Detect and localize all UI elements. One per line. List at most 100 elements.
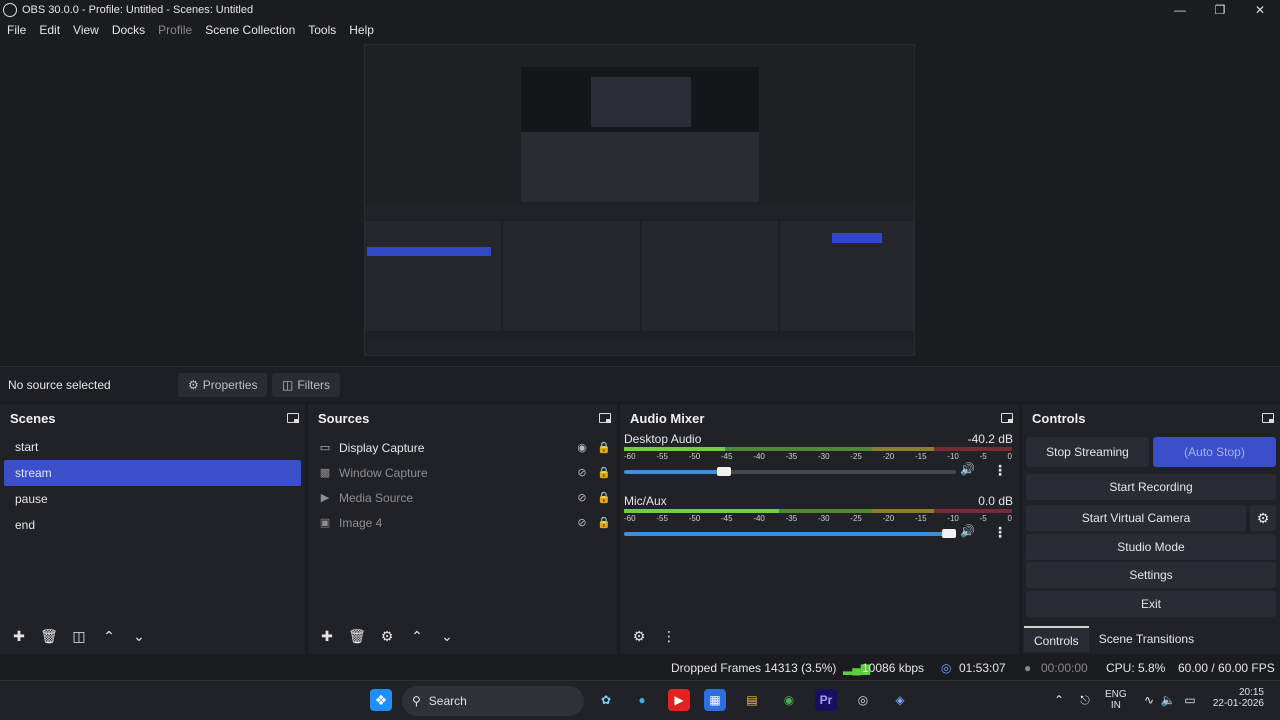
youtube-icon[interactable]: ▶: [668, 689, 690, 711]
eye-hidden-icon[interactable]: ⊘: [573, 516, 591, 529]
clock[interactable]: 20:15 22-01-2026: [1208, 687, 1264, 709]
volume-slider[interactable]: [624, 529, 957, 538]
undock-icon[interactable]: [287, 413, 299, 423]
start-recording-button[interactable]: Start Recording: [1026, 474, 1276, 500]
menu-help[interactable]: Help: [349, 23, 374, 37]
cpu-usage: CPU: 5.8%: [1106, 661, 1166, 675]
meter-tick-label: -35: [785, 514, 798, 523]
edge-icon[interactable]: ●: [631, 689, 653, 711]
gear-icon[interactable]: ⚙: [376, 625, 398, 647]
menu-view[interactable]: View: [73, 23, 99, 37]
chevron-up-icon[interactable]: ⌃: [1048, 689, 1070, 711]
lock-icon[interactable]: 🔒: [595, 516, 613, 529]
stop-streaming-button[interactable]: Stop Streaming: [1026, 437, 1149, 467]
meter-tick-label: -40: [753, 514, 765, 523]
move-down-icon[interactable]: ⌄: [128, 625, 150, 647]
channel-name: Desktop Audio: [624, 432, 702, 446]
source-item[interactable]: ▣ Image 4 ⊘ 🔒: [308, 510, 617, 535]
move-down-icon[interactable]: ⌄: [436, 625, 458, 647]
copilot-icon[interactable]: ✿: [595, 689, 617, 711]
speaker-icon[interactable]: 🔊: [960, 524, 975, 538]
undock-icon[interactable]: [1001, 413, 1013, 423]
windows-start-icon[interactable]: ❖: [370, 689, 392, 711]
taskbar-search[interactable]: ⚲ Search: [402, 686, 584, 716]
store-icon[interactable]: ▦: [704, 689, 726, 711]
lock-icon[interactable]: 🔒: [595, 491, 613, 504]
volume-icon[interactable]: 🔈: [1157, 689, 1179, 711]
slider-knob[interactable]: [942, 529, 957, 538]
more-options-icon[interactable]: ⋮: [993, 462, 1007, 479]
close-icon[interactable]: ✕: [1240, 0, 1280, 20]
virtual-camera-settings-gear-icon[interactable]: ⚙: [1250, 505, 1276, 531]
scene-item-pause[interactable]: pause: [4, 486, 301, 512]
scene-item-start[interactable]: start: [4, 434, 301, 460]
meter-level: [624, 447, 725, 451]
minimize-icon[interactable]: —: [1160, 0, 1200, 20]
filters-label: Filters: [297, 378, 331, 392]
source-item[interactable]: ▭ Display Capture ◉ 🔒: [308, 435, 617, 460]
volume-slider[interactable]: [624, 467, 956, 476]
meter-tick-label: -20: [882, 452, 895, 461]
eye-hidden-icon[interactable]: ⊘: [573, 466, 591, 479]
tab-scene-transitions[interactable]: Scene Transitions: [1089, 626, 1204, 652]
studio-mode-button[interactable]: Studio Mode: [1026, 534, 1276, 560]
obs-taskbar-icon[interactable]: ◎: [852, 689, 874, 711]
exit-button[interactable]: Exit: [1026, 591, 1276, 617]
source-item[interactable]: ▩ Window Capture ⊘ 🔒: [308, 460, 617, 485]
lock-icon[interactable]: 🔒: [595, 441, 613, 454]
battery-icon[interactable]: ▭: [1179, 689, 1201, 711]
trash-icon[interactable]: 🗑: [346, 625, 368, 647]
premiere-pro-icon[interactable]: Pr: [815, 689, 837, 711]
slider-knob[interactable]: [716, 467, 731, 476]
menu-tools[interactable]: Tools: [308, 23, 336, 37]
add-icon[interactable]: ✚: [316, 625, 338, 647]
filters-button[interactable]: ◫ Filters: [272, 373, 341, 397]
source-item[interactable]: ▶ Media Source ⊘ 🔒: [308, 485, 617, 510]
advanced-audio-icon[interactable]: ⚙: [628, 625, 650, 647]
dropped-frames: Dropped Frames 14313 (3.5%): [671, 661, 837, 675]
meter-tick-label: -45: [720, 514, 733, 523]
eye-hidden-icon[interactable]: ⊘: [573, 491, 591, 504]
menu-edit[interactable]: Edit: [39, 23, 60, 37]
move-up-icon[interactable]: ⌃: [98, 625, 120, 647]
region-code: IN: [1110, 700, 1121, 711]
scene-item-stream[interactable]: stream: [4, 460, 301, 486]
speaker-icon[interactable]: 🔊: [960, 462, 975, 476]
trash-icon[interactable]: 🗑: [38, 625, 60, 647]
undock-icon[interactable]: [599, 413, 611, 423]
mixer-title: Audio Mixer: [630, 410, 705, 426]
restore-icon[interactable]: ❐: [1200, 0, 1240, 20]
more-options-icon[interactable]: ⋮: [993, 524, 1007, 541]
menu-file[interactable]: File: [7, 23, 26, 37]
meter-tick-label: -50: [688, 514, 701, 523]
meter-tick-label: -55: [656, 514, 668, 523]
undock-icon[interactable]: [1262, 413, 1274, 423]
meter-tick-label: -10: [947, 514, 959, 523]
add-icon[interactable]: ✚: [8, 625, 30, 647]
tab-controls[interactable]: Controls: [1024, 626, 1089, 652]
meter-tick-label: -10: [947, 452, 959, 461]
properties-button[interactable]: ⚙ Properties: [178, 373, 268, 397]
channel-db: 0.0 dB: [978, 494, 1013, 508]
meter-tick-label: -25: [850, 452, 862, 461]
start-virtual-camera-button[interactable]: Start Virtual Camera: [1026, 505, 1246, 531]
eye-icon[interactable]: ◉: [573, 441, 591, 454]
menu-scene-collection[interactable]: Scene Collection: [205, 23, 295, 37]
menu-docks[interactable]: Docks: [112, 23, 145, 37]
microphone-icon[interactable]: ⎋: [1074, 689, 1096, 711]
more-icon[interactable]: ⋮: [658, 625, 680, 647]
auto-stop-button[interactable]: (Auto Stop): [1153, 437, 1276, 467]
sources-toolbar: ✚ 🗑 ⚙ ⌃ ⌄: [308, 620, 617, 652]
scene-filter-icon[interactable]: ◫: [68, 625, 90, 647]
file-explorer-icon[interactable]: ▤: [741, 689, 763, 711]
menu-profile[interactable]: Profile: [158, 23, 192, 37]
preview-area[interactable]: [0, 40, 1280, 366]
settings-button[interactable]: Settings: [1026, 562, 1276, 588]
app-icon[interactable]: ◈: [889, 689, 911, 711]
lock-icon[interactable]: 🔒: [595, 466, 613, 479]
scene-item-end[interactable]: end: [4, 512, 301, 538]
chrome-icon[interactable]: ◉: [778, 689, 800, 711]
move-up-icon[interactable]: ⌃: [406, 625, 428, 647]
language-indicator[interactable]: ENG IN: [1105, 689, 1127, 711]
meter-tick-label: -5: [979, 514, 987, 523]
